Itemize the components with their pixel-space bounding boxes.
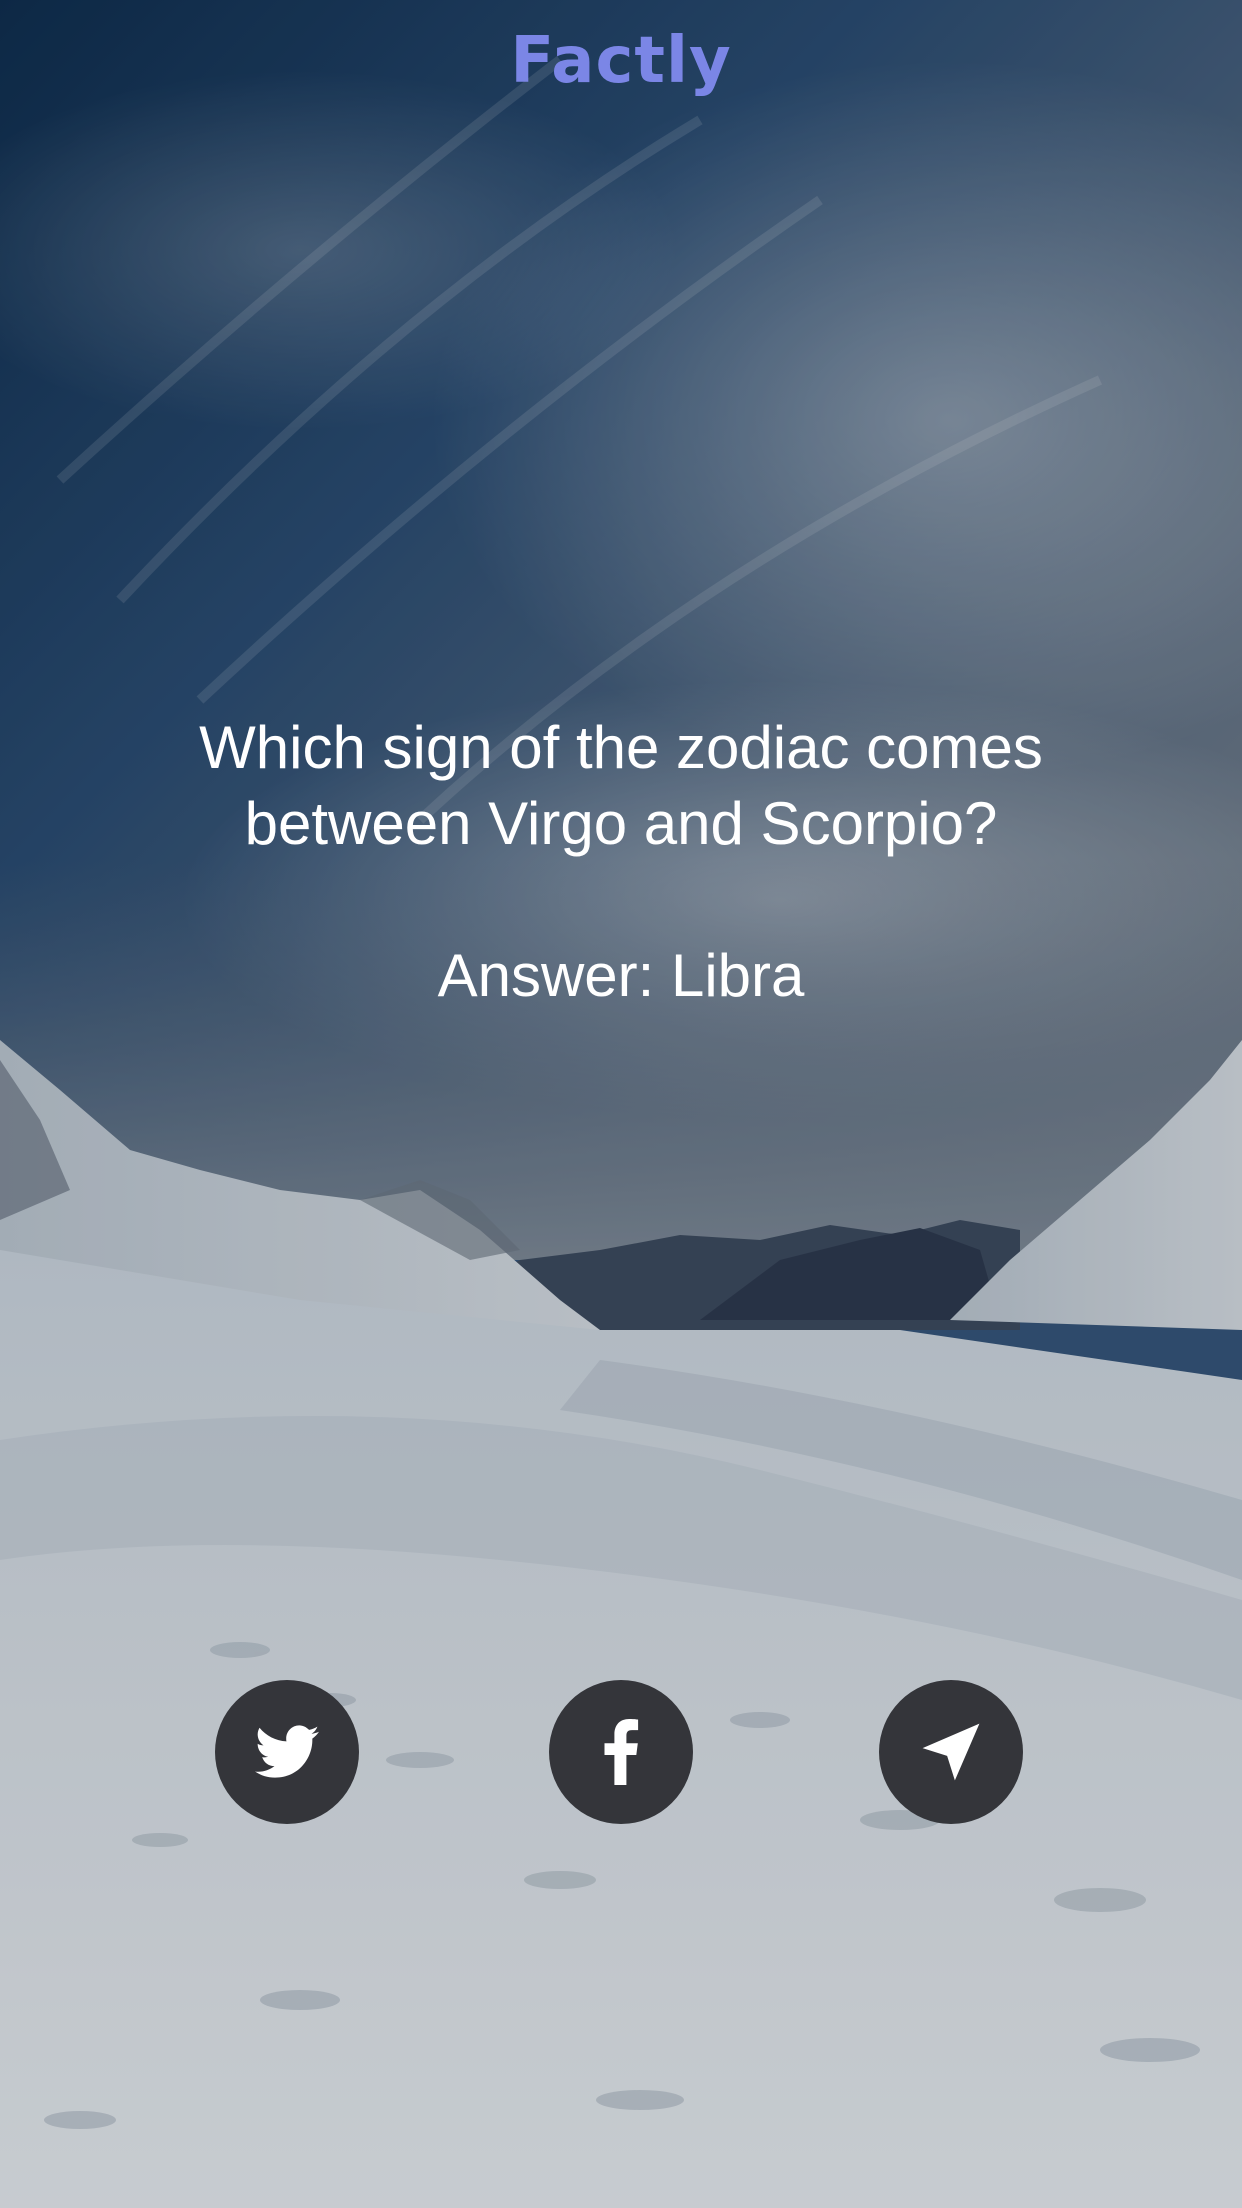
background-image xyxy=(0,0,1242,2208)
facebook-share-button[interactable] xyxy=(549,1680,693,1824)
twitter-icon xyxy=(255,1725,319,1778)
fact-screen: Factly Which sign of the zodiac comes be… xyxy=(0,0,1242,2208)
send-share-button[interactable] xyxy=(879,1680,1023,1824)
app-title: Factly xyxy=(510,24,732,98)
fact-question: Which sign of the zodiac comes between V… xyxy=(199,714,1043,857)
twitter-share-button[interactable] xyxy=(215,1680,359,1824)
facebook-icon xyxy=(604,1719,639,1785)
fact-answer: Answer: Libra xyxy=(437,942,805,1009)
send-arrow-icon xyxy=(922,1723,980,1781)
